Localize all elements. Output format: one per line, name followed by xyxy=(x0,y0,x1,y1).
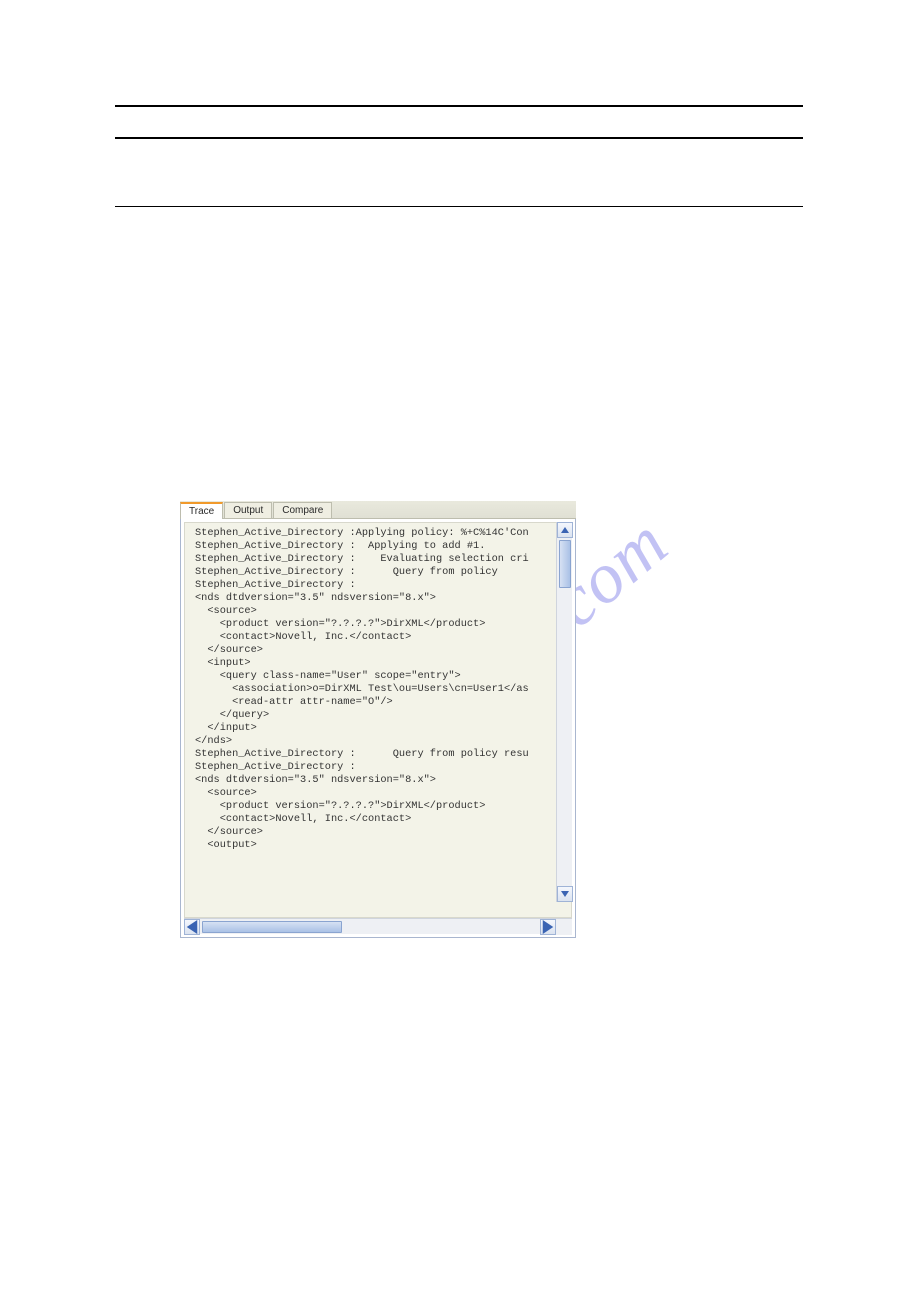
trace-line: <contact>Novell, Inc.</contact> xyxy=(187,631,571,644)
trace-line: </query> xyxy=(187,709,571,722)
scroll-left-button[interactable] xyxy=(184,919,200,935)
trace-line: </nds> xyxy=(187,735,571,748)
trace-line: <output> xyxy=(187,839,571,852)
trace-line: </source> xyxy=(187,826,571,839)
tab-compare[interactable]: Compare xyxy=(273,502,332,518)
tab-strip: Trace Output Compare xyxy=(180,501,576,519)
trace-code-area[interactable]: Stephen_Active_Directory :Applying polic… xyxy=(184,522,572,918)
horizontal-scroll-thumb[interactable] xyxy=(202,921,342,933)
vertical-scrollbar[interactable] xyxy=(556,522,572,902)
trace-line: Stephen_Active_Directory : Applying to a… xyxy=(187,540,571,553)
scroll-down-button[interactable] xyxy=(557,886,573,902)
divider-2 xyxy=(115,137,803,139)
trace-line: <association>o=DirXML Test\ou=Users\cn=U… xyxy=(187,683,571,696)
pane-outer: Stephen_Active_Directory :Applying polic… xyxy=(180,519,576,938)
horizontal-scrollbar[interactable] xyxy=(184,918,572,934)
tab-output[interactable]: Output xyxy=(224,502,272,518)
trace-line: <input> xyxy=(187,657,571,670)
trace-line: <contact>Novell, Inc.</contact> xyxy=(187,813,571,826)
vertical-scroll-thumb[interactable] xyxy=(559,540,571,588)
chevron-down-icon xyxy=(561,890,569,898)
trace-line: <nds dtdversion="3.5" ndsversion="8.x"> xyxy=(187,774,571,787)
trace-line: Stephen_Active_Directory : xyxy=(187,579,571,592)
trace-line: </input> xyxy=(187,722,571,735)
chevron-right-icon xyxy=(541,920,555,934)
trace-line: <product version="?.?.?.?">DirXML</produ… xyxy=(187,618,571,631)
divider-3 xyxy=(115,206,803,207)
trace-line: Stephen_Active_Directory : Query from po… xyxy=(187,566,571,579)
chevron-left-icon xyxy=(185,920,199,934)
scroll-up-button[interactable] xyxy=(557,522,573,538)
trace-line: <nds dtdversion="3.5" ndsversion="8.x"> xyxy=(187,592,571,605)
trace-line: <product version="?.?.?.?">DirXML</produ… xyxy=(187,800,571,813)
trace-line: <source> xyxy=(187,787,571,800)
trace-line: <query class-name="User" scope="entry"> xyxy=(187,670,571,683)
screenshot-trace-window: Trace Output Compare Stephen_Active_Dire… xyxy=(180,501,576,938)
trace-line: </source> xyxy=(187,644,571,657)
trace-line: Stephen_Active_Directory :Applying polic… xyxy=(187,527,571,540)
chevron-up-icon xyxy=(561,526,569,534)
trace-line: Stephen_Active_Directory : Query from po… xyxy=(187,748,571,761)
tab-trace[interactable]: Trace xyxy=(180,502,223,519)
divider-1 xyxy=(115,105,803,107)
trace-line: Stephen_Active_Directory : xyxy=(187,761,571,774)
trace-line: Stephen_Active_Directory : Evaluating se… xyxy=(187,553,571,566)
trace-line: <read-attr attr-name="O"/> xyxy=(187,696,571,709)
scroll-corner xyxy=(556,919,572,935)
trace-line: <source> xyxy=(187,605,571,618)
scroll-right-button[interactable] xyxy=(540,919,556,935)
